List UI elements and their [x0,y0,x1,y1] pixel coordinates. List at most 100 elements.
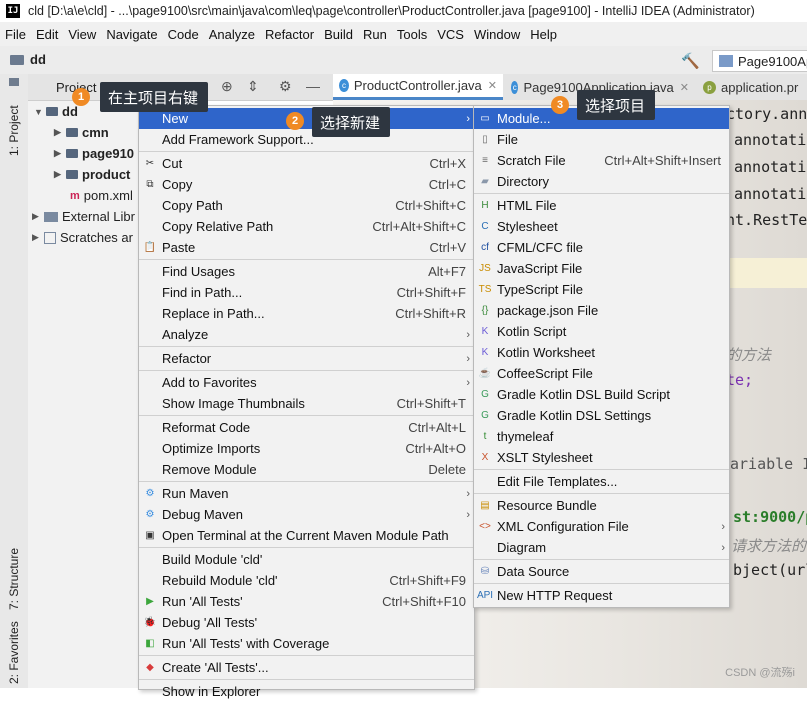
menu-item-run-all-tests[interactable]: ▶ Run 'All Tests' Ctrl+Shift+F10 [139,591,474,612]
menu-item-refactor[interactable]: Refactor › [139,348,474,369]
menu-window[interactable]: Window [469,27,525,42]
menu-item-thymeleaf[interactable]: t thymeleaf [474,426,729,447]
menu-item-stylesheet[interactable]: C Stylesheet [474,216,729,237]
minimize-panel-icon[interactable]: — [306,78,320,94]
menu-item-xml-configuration-file[interactable]: <> XML Configuration File › [474,516,729,537]
tab-product-controller[interactable]: c ProductController.java ✕ [333,74,503,100]
tree-item-page910[interactable]: ▶ page910 [54,146,134,161]
menu-item-package-json-file[interactable]: {} package.json File [474,300,729,321]
menu-item-diagram[interactable]: Diagram › [474,537,729,558]
menu-item-javascript-file[interactable]: JS JavaScript File [474,258,729,279]
expand-arrow-icon[interactable]: ▶ [32,211,44,222]
close-tab-icon[interactable]: ✕ [680,81,689,94]
menu-item-find-in-path[interactable]: Find in Path... Ctrl+Shift+F [139,282,474,303]
menu-item-file[interactable]: ▯ File [474,129,729,150]
menu-item-open-terminal-at-the-current-maven-module-path[interactable]: ▣ Open Terminal at the Current Maven Modu… [139,525,474,546]
menu-item-rebuild-module-cld[interactable]: Rebuild Module 'cld' Ctrl+Shift+F9 [139,570,474,591]
menu-item-coffeescript-file[interactable]: ☕ CoffeeScript File [474,363,729,384]
menu-item-run-all-tests-with-coverage[interactable]: ◧ Run 'All Tests' with Coverage [139,633,474,654]
menu-refactor[interactable]: Refactor [260,27,319,42]
tab-project-tool[interactable]: 1: Project [7,105,21,156]
menu-item-cfml-cfc-file[interactable]: cf CFML/CFC file [474,237,729,258]
menu-item-label: Directory [497,174,550,189]
menu-item-cut[interactable]: ✂ Cut Ctrl+X [139,153,474,174]
expand-arrow-icon[interactable]: ▶ [32,232,44,243]
menu-item-reformat-code[interactable]: Reformat Code Ctrl+Alt+L [139,417,474,438]
tab-application-properties[interactable]: p application.pr [697,74,807,100]
tree-item-pom[interactable]: m pom.xml [70,188,133,203]
menu-build[interactable]: Build [319,27,358,42]
menu-item-show-in-explorer[interactable]: Show in Explorer [139,681,474,702]
menu-item-gradle-kotlin-dsl-build-script[interactable]: G Gradle Kotlin DSL Build Script [474,384,729,405]
submenu-arrow-icon: › [466,508,470,521]
build-hammer-icon[interactable]: 🔨 [681,52,700,70]
menu-item-optimize-imports[interactable]: Optimize Imports Ctrl+Alt+O [139,438,474,459]
expand-arrow-icon[interactable]: ▼ [34,107,46,117]
menu-item-build-module-cld[interactable]: Build Module 'cld' [139,549,474,570]
menu-item-kotlin-script[interactable]: K Kotlin Script [474,321,729,342]
menu-item-html-file[interactable]: H HTML File [474,195,729,216]
callout-step-2: 选择新建 [312,107,391,137]
menu-item-directory[interactable]: ▰ Directory [474,171,729,192]
tree-item-scratches[interactable]: ▶ Scratches ar [32,230,133,245]
menu-file[interactable]: File [0,27,31,42]
menu-item-show-image-thumbnails[interactable]: Show Image Thumbnails Ctrl+Shift+T [139,393,474,414]
menu-item-add-framework-support[interactable]: Add Framework Support... [139,129,474,150]
menu-item-run-maven[interactable]: ⚙ Run Maven › [139,483,474,504]
menu-item-label: Show in Explorer [162,684,261,699]
collapse-all-icon[interactable]: ⇕ [247,78,259,95]
module-folder-icon [66,128,78,137]
menu-item-xslt-stylesheet[interactable]: X XSLT Stylesheet [474,447,729,468]
expand-arrow-icon[interactable]: ▶ [54,169,66,180]
menu-help[interactable]: Help [525,27,562,42]
menu-item-kotlin-worksheet[interactable]: K Kotlin Worksheet [474,342,729,363]
code-line: annotati [734,185,807,203]
breadcrumb[interactable]: dd [10,52,46,67]
menu-item-copy-relative-path[interactable]: Copy Relative Path Ctrl+Alt+Shift+C [139,216,474,237]
settings-gear-icon[interactable]: ⚙ [279,78,292,95]
menu-run[interactable]: Run [358,27,392,42]
menu-vcs[interactable]: VCS [432,27,469,42]
expand-arrow-icon[interactable]: ▶ [54,148,66,159]
tree-item-external-libraries[interactable]: ▶ External Libr [32,209,135,224]
tree-item-dd[interactable]: ▼ dd [34,104,78,119]
menu-item-resource-bundle[interactable]: ▤ Resource Bundle [474,495,729,516]
menu-item-debug-maven[interactable]: ⚙ Debug Maven › [139,504,474,525]
menu-item-new-http-request[interactable]: API New HTTP Request [474,585,729,606]
menu-item-add-to-favorites[interactable]: Add to Favorites › [139,372,474,393]
menu-item-create-all-tests[interactable]: ◆ Create 'All Tests'... [139,657,474,678]
menu-item-edit-file-templates[interactable]: Edit File Templates... [474,471,729,492]
menu-item-copy-path[interactable]: Copy Path Ctrl+Shift+C [139,195,474,216]
menu-item-copy[interactable]: ⧉ Copy Ctrl+C [139,174,474,195]
menu-tools[interactable]: Tools [392,27,432,42]
menu-edit[interactable]: Edit [31,27,63,42]
menu-item-replace-in-path[interactable]: Replace in Path... Ctrl+Shift+R [139,303,474,324]
callout-text: 选择项目 [585,97,646,115]
close-tab-icon[interactable]: ✕ [488,79,497,92]
locate-icon[interactable]: ⊕ [221,78,233,95]
tab-favorites-tool[interactable]: 2: Favorites [7,621,21,684]
menu-item-label: Resource Bundle [497,498,597,513]
menu-item-data-source[interactable]: ⛁ Data Source [474,561,729,582]
menu-item-typescript-file[interactable]: TS TypeScript File [474,279,729,300]
menu-analyze[interactable]: Analyze [204,27,260,42]
new-submenu: ▭ Module... ▯ File ≡ Scratch File Ctrl+Alt+Shi… [473,105,730,608]
menu-item-shortcut: Ctrl+Shift+F [396,285,466,300]
expand-arrow-icon[interactable]: ▶ [54,127,66,138]
menu-item-scratch-file[interactable]: ≡ Scratch File Ctrl+Alt+Shift+Insert [474,150,729,171]
menu-code[interactable]: Code [163,27,204,42]
menu-navigate[interactable]: Navigate [101,27,162,42]
menu-item-label: Run Maven [162,486,229,501]
menu-item-analyze[interactable]: Analyze › [139,324,474,345]
tree-item-cmn[interactable]: ▶ cmn [54,125,109,140]
menu-item-paste[interactable]: 📋 Paste Ctrl+V [139,237,474,258]
menu-item-debug-all-tests[interactable]: 🐞 Debug 'All Tests' [139,612,474,633]
menu-item-gradle-kotlin-dsl-settings[interactable]: G Gradle Kotlin DSL Settings [474,405,729,426]
run-configuration-selector[interactable]: Page9100App [712,50,807,72]
editor-tab-bar: c ProductController.java ✕ c Page9100App… [333,74,807,101]
tree-item-product[interactable]: ▶ product [54,167,130,182]
menu-item-remove-module[interactable]: Remove Module Delete [139,459,474,480]
tab-structure-tool[interactable]: 7: Structure [7,548,21,610]
menu-view[interactable]: View [63,27,101,42]
menu-item-find-usages[interactable]: Find Usages Alt+F7 [139,261,474,282]
